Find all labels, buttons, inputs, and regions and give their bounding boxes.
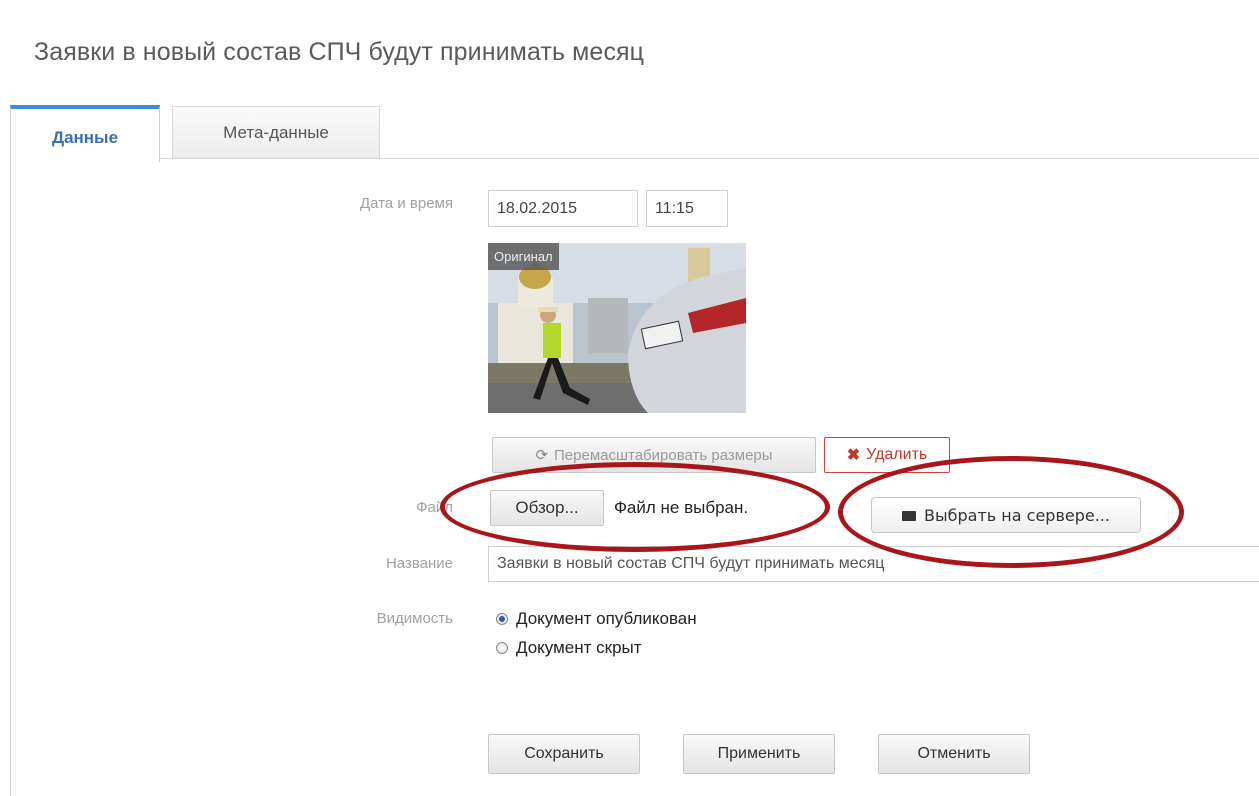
original-badge: Оригинал: [488, 243, 559, 270]
radio-hidden[interactable]: Документ скрыт: [496, 638, 642, 658]
refresh-icon: ⟳: [535, 447, 549, 464]
browse-button[interactable]: Обзор...: [490, 490, 604, 526]
select-on-server-label: Выбрать на сервере...: [924, 505, 1110, 525]
cancel-button[interactable]: Отменить: [878, 734, 1030, 774]
date-time-label: Дата и время: [359, 195, 453, 212]
date-input[interactable]: 18.02.2015: [488, 190, 638, 227]
file-label: Файл: [416, 499, 453, 516]
tabs-divider: [160, 158, 1259, 159]
radio-published[interactable]: Документ опубликован: [496, 609, 697, 629]
file-status: Файл не выбран.: [614, 498, 749, 517]
folder-icon: [902, 511, 917, 521]
close-icon: ✖: [846, 447, 861, 464]
radio-published-label: Документ опубликован: [516, 609, 697, 628]
image-preview: Оригинал: [488, 243, 746, 413]
radio-checked-icon: [496, 613, 508, 625]
radio-hidden-label: Документ скрыт: [516, 638, 642, 657]
tab-metadata[interactable]: Мета-данные: [172, 106, 380, 159]
apply-button[interactable]: Применить: [683, 734, 835, 774]
resize-button-label: Перемасштабировать размеры: [554, 446, 773, 464]
delete-button-label: Удалить: [866, 446, 928, 463]
time-input[interactable]: 11:15: [646, 190, 728, 227]
page-title: Заявки в новый состав СПЧ будут принимат…: [34, 38, 645, 66]
select-on-server-button[interactable]: Выбрать на сервере...: [871, 497, 1141, 533]
visibility-label: Видимость: [376, 610, 453, 627]
tab-bar: Данные Мета-данные: [10, 105, 1259, 162]
save-button[interactable]: Сохранить: [488, 734, 640, 774]
radio-unchecked-icon: [496, 642, 508, 654]
name-label: Название: [385, 555, 453, 572]
delete-button[interactable]: ✖ Удалить: [824, 437, 950, 473]
name-input[interactable]: Заявки в новый состав СПЧ будут принимат…: [488, 546, 1259, 582]
resize-button[interactable]: ⟳ Перемасштабировать размеры: [492, 437, 816, 473]
content-border: [10, 160, 11, 796]
tab-data[interactable]: Данные: [10, 105, 160, 162]
page: Заявки в новый состав СПЧ будут принимат…: [0, 0, 1259, 796]
